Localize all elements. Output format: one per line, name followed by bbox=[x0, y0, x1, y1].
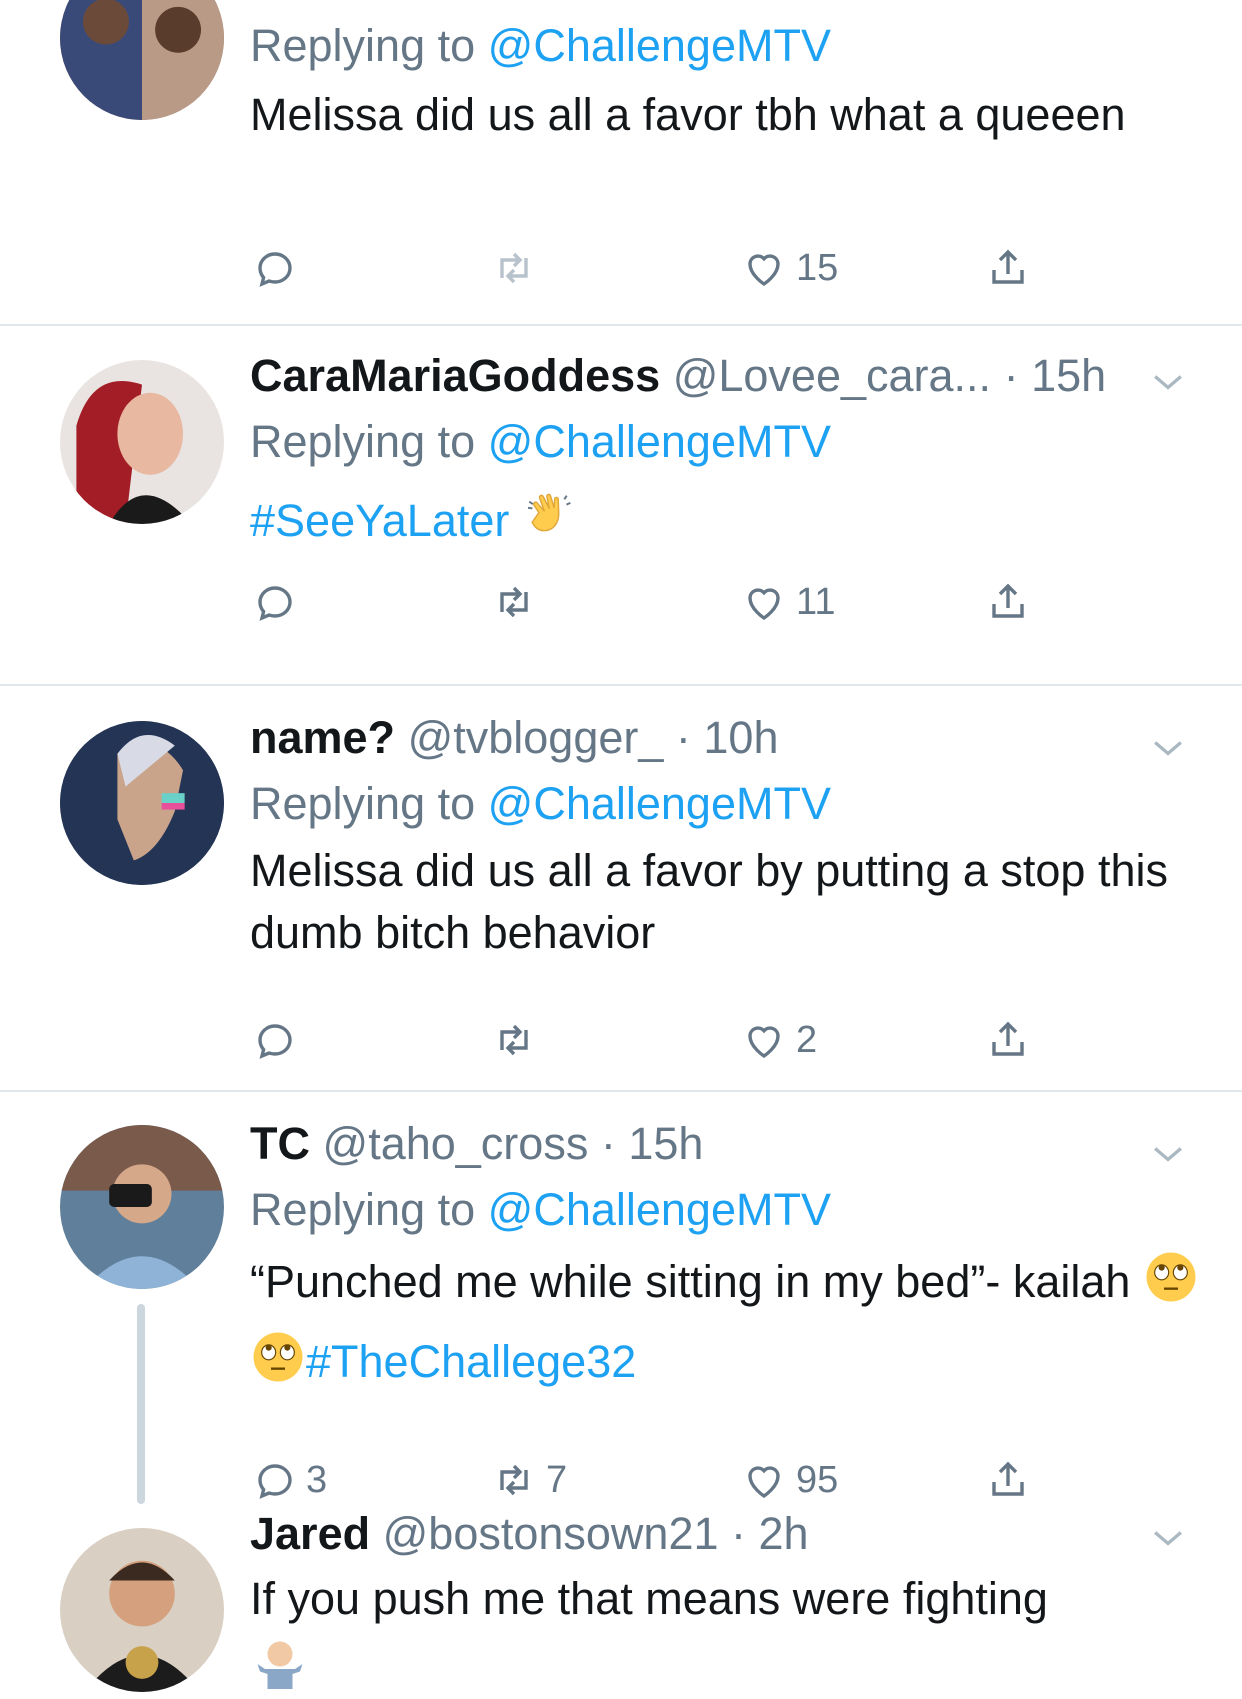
tweet-4[interactable]: TC @taho_cross · 15h Replying to @Challe… bbox=[0, 1092, 1242, 1532]
like-button[interactable]: 15 bbox=[740, 240, 838, 296]
tweet-text: “Punched me while sitting in my bed”- ka… bbox=[250, 1246, 1200, 1406]
share-button[interactable] bbox=[984, 1012, 1032, 1068]
replying-to: Replying to @ChallengeMTV bbox=[250, 416, 831, 467]
heart-icon bbox=[748, 588, 780, 621]
avatar[interactable] bbox=[60, 0, 224, 120]
reply-icon bbox=[258, 586, 292, 621]
retweet-button[interactable] bbox=[490, 240, 546, 296]
avatar[interactable] bbox=[60, 1125, 224, 1289]
timestamp[interactable]: 15h bbox=[1031, 350, 1106, 401]
share-icon bbox=[992, 583, 1024, 618]
separator: · bbox=[600, 1118, 629, 1169]
hashtag-link[interactable]: #SeeYaLater bbox=[250, 495, 509, 546]
tweet-header: name? @tvblogger_ · 10h bbox=[250, 710, 1200, 766]
avatar[interactable] bbox=[60, 360, 224, 524]
tweet-5[interactable]: Jared @bostonsown21 · 2h If you push me … bbox=[0, 1500, 1242, 1698]
retweet-icon bbox=[500, 252, 528, 284]
reply-to-link[interactable]: @ChallengeMTV bbox=[488, 1184, 831, 1235]
reply-icon bbox=[258, 252, 292, 287]
user-handle[interactable]: @taho_cross bbox=[323, 1118, 589, 1169]
retweet-button[interactable] bbox=[490, 574, 546, 630]
tweet-2[interactable]: CaraMariaGoddess @Lovee_cara... · 15h Re… bbox=[0, 326, 1242, 684]
retweet-icon bbox=[500, 586, 528, 618]
tweet-header: CaraMariaGoddess @Lovee_cara... · 15h bbox=[250, 348, 1200, 404]
share-button[interactable] bbox=[984, 574, 1032, 630]
reply-button[interactable] bbox=[250, 574, 306, 630]
display-name[interactable]: CaraMariaGoddess bbox=[250, 350, 660, 401]
tweet-3[interactable]: name? @tvblogger_ · 10h Replying to @Cha… bbox=[0, 686, 1242, 1090]
separator: · bbox=[675, 712, 704, 763]
chevron-down-icon[interactable] bbox=[1146, 1516, 1190, 1560]
like-button[interactable]: 2 bbox=[740, 1012, 817, 1068]
replying-to: Replying to @ChallengeMTV bbox=[250, 20, 831, 71]
timestamp[interactable]: 2h bbox=[759, 1508, 809, 1559]
replying-to: Replying to @ChallengeMTV bbox=[250, 1184, 831, 1235]
share-button[interactable] bbox=[984, 240, 1032, 296]
chevron-down-icon[interactable] bbox=[1146, 1132, 1190, 1176]
retweet-button[interactable] bbox=[490, 1012, 546, 1068]
avatar[interactable] bbox=[60, 1528, 224, 1692]
share-icon bbox=[992, 249, 1024, 284]
reply-button[interactable] bbox=[250, 1012, 306, 1068]
display-name[interactable]: TC bbox=[250, 1118, 310, 1169]
retweet-icon bbox=[500, 1024, 528, 1056]
tweet-text: Melissa did us all a favor by putting a … bbox=[250, 845, 1168, 958]
user-handle[interactable]: @tvblogger_ bbox=[408, 712, 664, 763]
retweet-icon bbox=[500, 1464, 528, 1496]
tweet-text: #SeeYaLater bbox=[250, 486, 1200, 560]
tweet-header: TC @taho_cross · 15h bbox=[250, 1116, 1200, 1172]
tweet-header: Jared @bostonsown21 · 2h bbox=[250, 1506, 1200, 1562]
timestamp[interactable]: 10h bbox=[703, 712, 778, 763]
tweet-text: If you push me that means were fighting bbox=[250, 1573, 1048, 1624]
heart-icon bbox=[748, 254, 780, 287]
chevron-down-icon[interactable] bbox=[1146, 726, 1190, 770]
display-name[interactable]: Jared bbox=[250, 1508, 370, 1559]
like-button[interactable]: 11 bbox=[740, 574, 835, 630]
share-icon bbox=[992, 1021, 1024, 1056]
heart-icon bbox=[748, 1466, 780, 1499]
tweet-text: Melissa did us all a favor tbh what a qu… bbox=[250, 89, 1126, 140]
tweet-actions: 15 bbox=[250, 240, 1050, 296]
eye-roll-icon bbox=[1143, 1249, 1199, 1326]
reply-to-link[interactable]: @ChallengeMTV bbox=[488, 20, 831, 71]
user-handle[interactable]: @bostonsown21 bbox=[383, 1508, 719, 1559]
reply-icon bbox=[258, 1024, 292, 1059]
reply-icon bbox=[258, 1464, 292, 1499]
timestamp[interactable]: 15h bbox=[628, 1118, 703, 1169]
separator: · bbox=[1003, 350, 1032, 401]
eye-roll-icon bbox=[250, 1329, 306, 1406]
tweet-actions: 2 bbox=[250, 1012, 1050, 1068]
thread-line bbox=[137, 1304, 145, 1504]
reply-button[interactable] bbox=[250, 240, 306, 296]
separator: · bbox=[731, 1508, 759, 1559]
hashtag-link[interactable]: #TheChallege32 bbox=[306, 1336, 636, 1387]
waving-hand-icon bbox=[522, 486, 580, 560]
display-name[interactable]: name? bbox=[250, 712, 395, 763]
tweet-1[interactable]: Replying to @ChallengeMTV Melissa did us… bbox=[0, 0, 1242, 325]
shrug-icon bbox=[250, 1634, 1200, 1699]
user-handle[interactable]: @Lovee_cara... bbox=[673, 350, 991, 401]
replying-to: Replying to @ChallengeMTV bbox=[250, 778, 831, 829]
reply-to-link[interactable]: @ChallengeMTV bbox=[488, 778, 831, 829]
reply-to-link[interactable]: @ChallengeMTV bbox=[488, 416, 831, 467]
tweet-actions: 11 bbox=[250, 574, 1050, 630]
avatar[interactable] bbox=[60, 721, 224, 885]
share-icon bbox=[992, 1461, 1024, 1496]
chevron-down-icon[interactable] bbox=[1146, 360, 1190, 404]
heart-icon bbox=[748, 1026, 780, 1059]
